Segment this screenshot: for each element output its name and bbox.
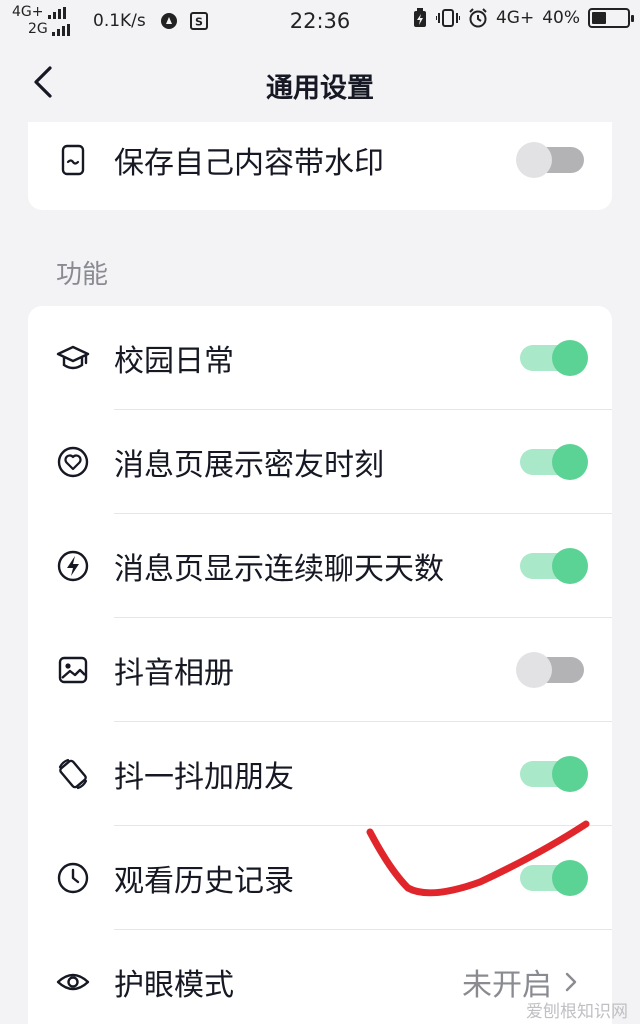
toggle-switch-watermark[interactable]: [516, 142, 584, 178]
toggle-knob: [516, 652, 552, 688]
battery-fill: [592, 12, 606, 24]
setting-label: 抖一抖加朋友: [114, 760, 294, 795]
toggle-knob: [552, 860, 588, 896]
setting-label: 消息页展示密友时刻: [114, 448, 384, 483]
page-title: 通用设置: [266, 73, 374, 104]
nav-bar: 通用设置: [0, 46, 640, 122]
clock-icon: [57, 862, 89, 894]
battery-saver-icon: [413, 8, 426, 27]
chevron-right-icon: [565, 972, 577, 992]
setting-row-shake-friend[interactable]: 抖一抖加朋友: [28, 722, 612, 826]
phone-watermark-icon: [61, 144, 85, 176]
setting-row-album[interactable]: 抖音相册: [28, 618, 612, 722]
setting-row-close-friends[interactable]: 消息页展示密友时刻: [28, 410, 612, 514]
heart-circle-icon: [57, 446, 89, 478]
toggle-switch-watch-history[interactable]: [520, 860, 588, 896]
network-type-right: 4G+: [495, 8, 535, 28]
status-right: 4G+ 40%: [412, 8, 634, 28]
toggle-knob: [516, 142, 552, 178]
toggle-knob: [552, 548, 588, 584]
setting-row-campus-daily[interactable]: 校园日常: [28, 306, 612, 410]
image-icon: [58, 656, 88, 684]
vibrate-icon: [435, 9, 460, 27]
setting-row-chat-streak[interactable]: 消息页显示连续聊天天数: [28, 514, 612, 618]
rotate-phone-icon: [58, 758, 88, 790]
setting-row-watermark[interactable]: 保存自己内容带水印: [28, 122, 612, 198]
toggle-switch-chat-streak[interactable]: [520, 548, 588, 584]
setting-label: 护眼模式: [114, 968, 234, 1003]
setting-label: 观看历史记录: [114, 864, 294, 899]
features-card: 校园日常 消息页展示密友时刻 消息页显示连续聊天天数 抖音相册 抖一抖加朋友 观…: [28, 306, 612, 1024]
toggle-knob: [552, 444, 588, 480]
toggle-switch-shake-friend[interactable]: [520, 756, 588, 792]
setting-label: 抖音相册: [114, 656, 234, 691]
eye-icon: [56, 973, 90, 991]
toggle-knob: [552, 340, 588, 376]
toggle-switch-campus-daily[interactable]: [520, 340, 588, 376]
graduation-cap-icon: [56, 345, 90, 370]
section-title-features: 功能: [56, 260, 109, 290]
setting-row-watch-history[interactable]: 观看历史记录: [28, 826, 612, 930]
toggle-knob: [552, 756, 588, 792]
watermark-settings-card: 保存自己内容带水印: [28, 122, 612, 210]
setting-label: 保存自己内容带水印: [114, 146, 384, 181]
setting-label: 校园日常: [114, 344, 234, 379]
lightning-circle-icon: [57, 550, 89, 582]
toggle-switch-close-friends[interactable]: [520, 444, 588, 480]
battery-percent: 40%: [542, 8, 580, 28]
setting-row-eye-care[interactable]: 护眼模式 未开启: [28, 930, 612, 1024]
battery-icon: [588, 8, 634, 28]
setting-label: 消息页显示连续聊天天数: [114, 552, 444, 587]
site-watermark: 爱刨根知识网: [526, 1002, 628, 1022]
toggle-switch-album[interactable]: [516, 652, 584, 688]
status-bar: 4G+ 2G 0.1K/s S 22:36 4G+ 40%: [0, 0, 640, 46]
alarm-icon: [469, 8, 487, 28]
